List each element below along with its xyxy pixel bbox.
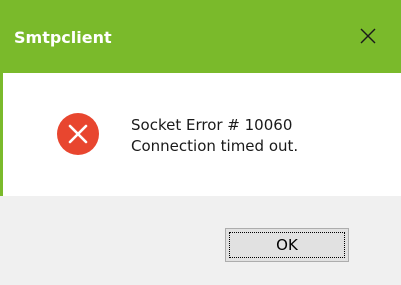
ok-button-label: OK [276,236,298,254]
close-button[interactable] [349,20,387,56]
error-message-line2: Connection timed out. [131,137,299,155]
error-icon [56,112,100,156]
close-icon [359,27,377,49]
ok-button[interactable]: OK [225,228,349,262]
window-title: Smtpclient [14,28,112,47]
error-message: Socket Error # 10060 Connection timed ou… [131,115,298,157]
title-bar[interactable]: Smtpclient [0,0,401,73]
error-message-line1: Socket Error # 10060 [131,116,293,134]
error-dialog: Smtpclient Socket Error # 10060 Connecti… [0,0,401,285]
